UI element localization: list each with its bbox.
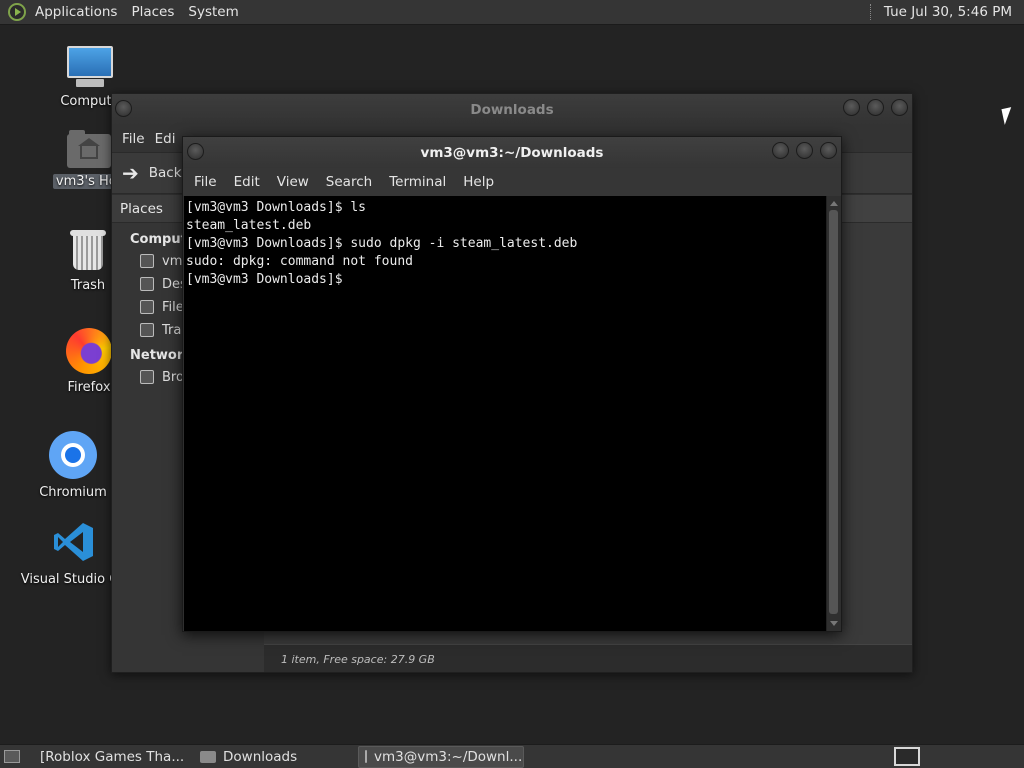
taskbar: [Roblox Games Tha... Downloads vm3@vm3:~…	[0, 744, 1024, 768]
terminal-menubar: File Edit View Search Terminal Help	[183, 168, 841, 196]
panel-separator	[869, 4, 872, 20]
computer-icon	[66, 46, 114, 90]
menu-applications[interactable]: Applications	[28, 4, 124, 20]
terminal-prompt: [vm3@vm3 Downloads]$	[186, 272, 343, 287]
terminal-line: [vm3@vm3 Downloads]$ ls	[186, 200, 367, 215]
menu-file[interactable]: File	[117, 131, 150, 147]
file-manager-titlebar[interactable]: Downloads	[112, 94, 912, 125]
terminal-titlebar[interactable]: vm3@vm3:~/Downloads	[183, 137, 841, 168]
terminal-line: [vm3@vm3 Downloads]$ sudo dpkg -i steam_…	[186, 236, 578, 251]
close-button[interactable]	[820, 142, 837, 159]
sidebar-item-label: vm	[162, 253, 183, 269]
terminal-line: steam_latest.deb	[186, 218, 312, 233]
file-manager-title: Downloads	[470, 101, 554, 118]
home-icon	[140, 254, 154, 268]
show-desktop-icon	[4, 750, 20, 763]
menu-terminal[interactable]: Terminal	[382, 174, 453, 190]
sidebar-item-label: Tra	[162, 322, 182, 338]
menu-view[interactable]: View	[270, 174, 316, 190]
terminal-title: vm3@vm3:~/Downloads	[420, 145, 604, 161]
drive-icon	[140, 300, 154, 314]
clock[interactable]: Tue Jul 30, 5:46 PM	[884, 4, 1012, 20]
desktop-icon-label: Firefox	[67, 380, 111, 395]
window-controls	[772, 142, 837, 159]
status-bar: 1 item, Free space: 27.9 GB	[264, 644, 912, 672]
sidebar-item-label: Bro	[162, 369, 184, 385]
desktop-icon-label: Chromium	[39, 485, 107, 500]
terminal-window[interactable]: vm3@vm3:~/Downloads File Edit View Searc…	[182, 136, 842, 632]
window-controls	[843, 99, 908, 116]
terminal-line: sudo: dpkg: command not found	[186, 254, 413, 269]
firefox-icon	[66, 328, 112, 374]
task-terminal[interactable]: vm3@vm3:~/Downl...	[358, 745, 524, 768]
mouse-cursor-icon	[1001, 107, 1015, 125]
task-label: [Roblox Games Tha...	[40, 748, 185, 765]
terminal-icon	[365, 750, 367, 763]
desktop-icon-label: Trash	[70, 278, 106, 293]
maximize-button[interactable]	[796, 142, 813, 159]
scroll-down-icon[interactable]	[830, 621, 838, 626]
menu-edit[interactable]: Edi	[150, 131, 181, 147]
folder-icon	[200, 750, 216, 763]
trash-small-icon	[140, 323, 154, 337]
minimize-button[interactable]	[772, 142, 789, 159]
close-button[interactable]	[891, 99, 908, 116]
task-label: Downloads	[223, 748, 298, 765]
menu-search[interactable]: Search	[319, 174, 379, 190]
task-downloads[interactable]: Downloads	[194, 746, 354, 768]
desktop-icon-chromium[interactable]: Chromium	[32, 431, 114, 500]
top-panel: Applications Places System Tue Jul 30, 5…	[0, 0, 1024, 25]
task-label: vm3@vm3:~/Downl...	[374, 748, 523, 765]
vscode-icon	[52, 520, 96, 564]
menu-edit[interactable]: Edit	[227, 174, 267, 190]
back-button[interactable]: Back	[149, 165, 182, 181]
panel-clock-area: Tue Jul 30, 5:46 PM	[869, 0, 1024, 25]
maximize-button[interactable]	[867, 99, 884, 116]
terminal-scrollbar[interactable]	[826, 196, 840, 631]
menu-places[interactable]: Places	[124, 4, 181, 20]
menu-help[interactable]: Help	[456, 174, 501, 190]
scroll-up-icon[interactable]	[830, 201, 838, 206]
scroll-thumb[interactable]	[829, 210, 838, 614]
show-desktop-button[interactable]	[1, 746, 23, 768]
workspace-switcher[interactable]	[894, 747, 920, 766]
chromium-icon	[49, 431, 97, 479]
terminal-output[interactable]: [vm3@vm3 Downloads]$ ls steam_latest.deb…	[184, 196, 827, 631]
applications-logo-icon[interactable]	[8, 3, 26, 21]
task-firefox[interactable]: [Roblox Games Tha...	[27, 746, 190, 768]
minimize-button[interactable]	[843, 99, 860, 116]
trash-icon	[70, 230, 106, 272]
home-folder-icon	[67, 130, 111, 168]
menu-file[interactable]: File	[187, 174, 224, 190]
panel-menu: Applications Places System	[0, 0, 246, 25]
menu-system[interactable]: System	[181, 4, 245, 20]
desktop-icon	[140, 277, 154, 291]
sidebar-item-label: File	[162, 299, 184, 315]
network-icon	[140, 370, 154, 384]
back-arrow-icon[interactable]: ➔	[122, 161, 139, 185]
